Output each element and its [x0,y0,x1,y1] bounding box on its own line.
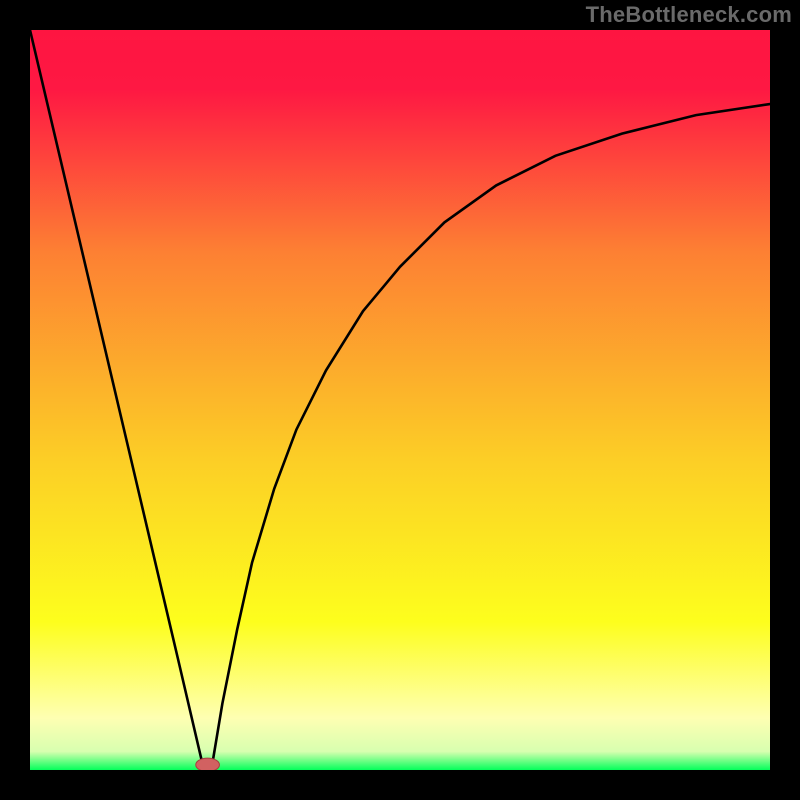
gradient-background [30,30,770,770]
watermark-text: TheBottleneck.com [586,2,792,28]
chart-frame: TheBottleneck.com [0,0,800,800]
plot-area [30,30,770,770]
minimum-marker [196,758,220,770]
chart-svg [30,30,770,770]
